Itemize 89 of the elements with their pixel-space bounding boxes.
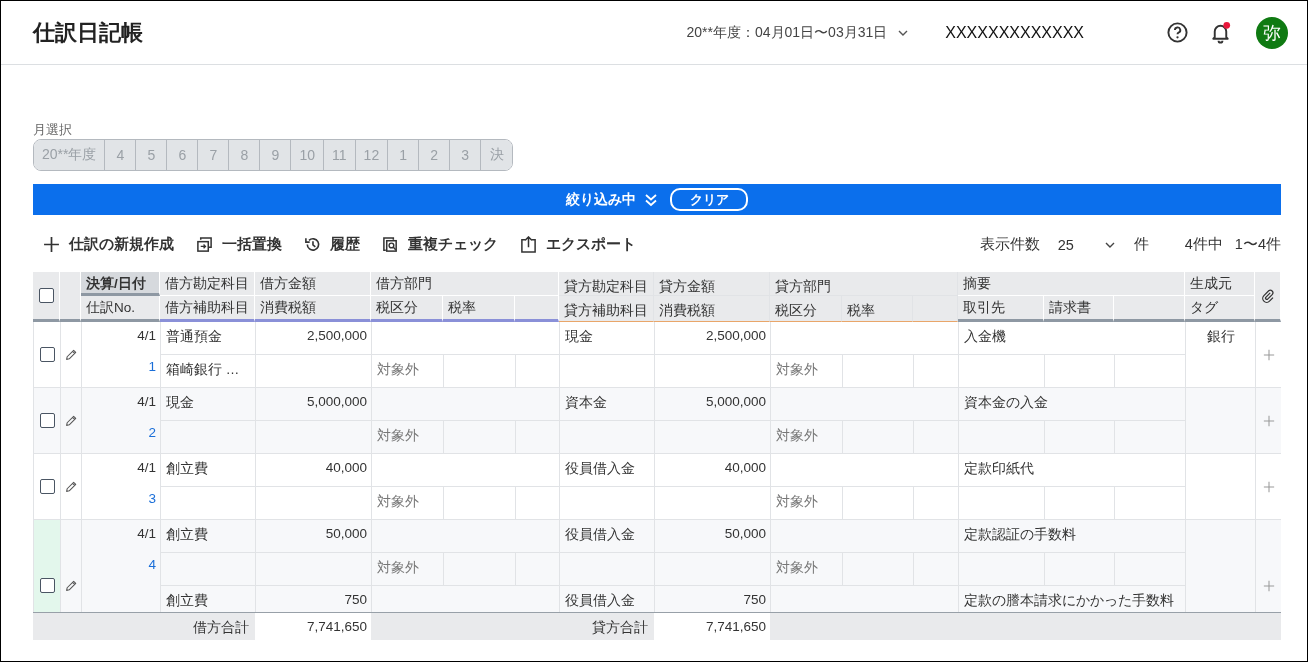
toolbar-button[interactable]: 重複チェック	[382, 235, 498, 254]
column-header[interactable]: 借方金額	[255, 272, 371, 296]
column-header[interactable]: タグ	[1185, 296, 1255, 322]
column-header[interactable]: 貸方金額	[654, 272, 770, 296]
table-cell: 入金機	[959, 322, 1186, 355]
period-select[interactable]: 20**年度：04月01日〜03月31日	[686, 23, 910, 42]
table-cell: 5,000,000	[256, 388, 372, 421]
entry-date: 4/1	[137, 394, 156, 409]
column-header[interactable]: 消費税額	[654, 296, 770, 322]
entry-date: 4/1	[137, 328, 156, 343]
column-header[interactable]: 税率	[443, 296, 515, 322]
row-checkbox[interactable]	[39, 479, 55, 494]
column-header[interactable]: 請求書	[1044, 296, 1114, 322]
table-cell: 40,000	[655, 454, 771, 487]
plus-icon	[43, 236, 60, 253]
table-cell: 役員借入金	[560, 454, 655, 487]
column-header[interactable]: 取引先	[958, 296, 1044, 322]
column-header[interactable]: 貸方部門	[770, 272, 958, 296]
toolbar-button[interactable]: 一括置換	[196, 235, 282, 254]
entry-number[interactable]: 3	[148, 491, 156, 506]
row-checkbox[interactable]	[39, 413, 55, 428]
table-cell: 創立費	[161, 520, 256, 553]
column-header[interactable]: 摘要	[958, 272, 1185, 296]
table-cell: 40,000	[256, 454, 372, 487]
table-cell: 5,000,000	[655, 388, 771, 421]
column-header[interactable]: 借方補助科目	[160, 296, 255, 322]
table-cell: 2,500,000	[256, 322, 372, 355]
double-chevron-icon[interactable]	[644, 192, 658, 207]
table-cell: 対象外	[771, 553, 843, 586]
table-cell: 資本金の入金	[959, 388, 1186, 421]
entry-number[interactable]: 2	[148, 425, 156, 440]
pencil-icon[interactable]	[64, 347, 78, 362]
pencil-icon[interactable]	[64, 413, 78, 428]
column-header[interactable]: 生成元	[1185, 272, 1255, 296]
table-cell: 現金	[161, 388, 256, 421]
table-cell: 定款認証の手数料	[959, 520, 1186, 553]
user-avatar[interactable]: 弥	[1256, 16, 1288, 49]
table-cell: 現金	[560, 322, 655, 355]
column-header[interactable]: 仕訳No.	[81, 296, 160, 322]
entry-number[interactable]: 4	[148, 557, 156, 572]
toolbar-button[interactable]: エクスポート	[520, 235, 636, 254]
total-count: 4件中	[1184, 235, 1223, 254]
header-cell	[913, 296, 958, 322]
toolbar-button[interactable]: 履歴	[304, 235, 360, 254]
column-header[interactable]: 税区分	[770, 296, 842, 322]
table-cell: 50,000	[655, 520, 771, 553]
month-select-label: 月選択	[33, 121, 73, 139]
notification-bell-icon[interactable]	[1209, 21, 1232, 44]
swap-box-icon	[196, 236, 213, 253]
company-name: XXXXXXXXXXXXX	[945, 23, 1084, 42]
clear-button[interactable]: クリア	[670, 188, 748, 211]
upload-icon	[520, 236, 537, 253]
row-checkbox[interactable]	[39, 578, 55, 593]
table-cell: 普通預金	[161, 322, 256, 355]
table-cell: 対象外	[372, 553, 444, 586]
entry-number[interactable]: 1	[148, 359, 156, 374]
table-cell: 創立費	[161, 454, 256, 487]
pencil-icon[interactable]	[64, 479, 78, 494]
table-cell: 2,500,000	[655, 322, 771, 355]
paperclip-icon	[1260, 288, 1275, 303]
pencil-icon[interactable]	[64, 578, 78, 593]
debit-total-label: 借方合計	[33, 613, 255, 640]
toolbar-button[interactable]: 仕訳の新規作成	[33, 235, 174, 254]
column-header[interactable]: 税率	[842, 296, 913, 322]
history-icon	[304, 236, 321, 253]
page-title: 仕訳日記帳	[33, 18, 143, 47]
table-cell: 役員借入金	[560, 520, 655, 553]
column-header[interactable]: 貸方勘定科目	[559, 272, 654, 296]
credit-total-label: 貸方合計	[559, 613, 654, 640]
column-header[interactable]: 税区分	[371, 296, 443, 322]
result-range: 1〜4件	[1234, 235, 1281, 254]
document-search-icon	[382, 236, 399, 253]
source-tag: 銀行	[1206, 329, 1235, 344]
page-size-select[interactable]: 25	[1057, 236, 1116, 253]
page-size-label: 表示件数	[979, 235, 1040, 254]
row-checkbox[interactable]	[39, 347, 55, 362]
table-cell: 定款印紙代	[959, 454, 1186, 487]
column-header[interactable]: 貸方補助科目	[559, 296, 654, 322]
page-size-unit: 件	[1133, 235, 1149, 254]
table-cell: 資本金	[560, 388, 655, 421]
table-cell: 50,000	[256, 520, 372, 553]
entry-date: 4/1	[137, 526, 156, 541]
entry-date: 4/1	[137, 460, 156, 475]
column-header[interactable]: 借方部門	[371, 272, 559, 296]
column-header[interactable]: 消費税額	[255, 296, 371, 322]
help-icon[interactable]	[1166, 21, 1189, 44]
filter-status[interactable]: 絞り込み中	[566, 190, 636, 209]
column-header[interactable]: 借方勘定科目	[160, 272, 255, 296]
column-header[interactable]: 決算/日付	[81, 272, 160, 296]
